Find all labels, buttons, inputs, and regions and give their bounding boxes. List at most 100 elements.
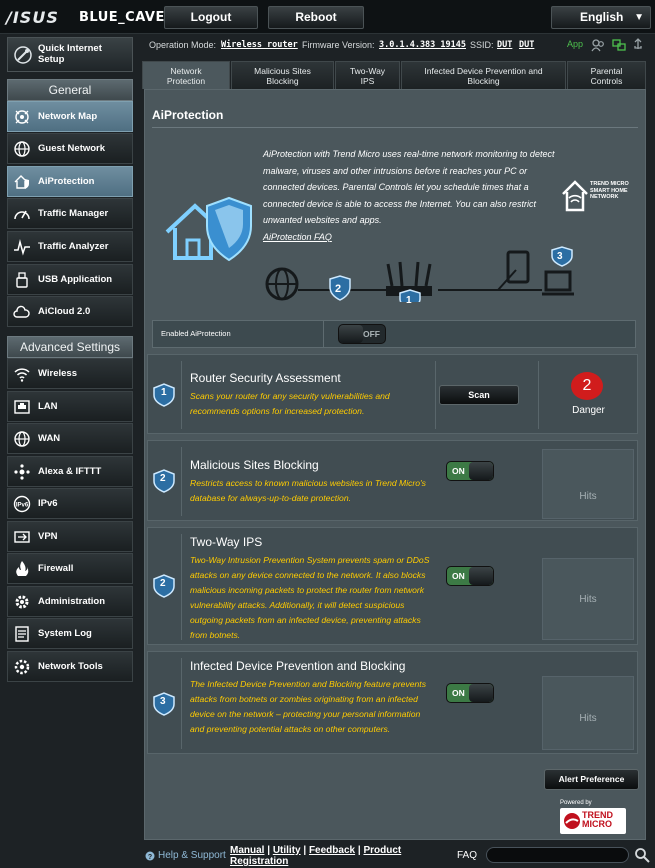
infected-device-toggle[interactable]: ON: [446, 683, 494, 703]
document-icon: [15, 626, 29, 642]
enable-aiprotection-row: Enabled AiProtection OFF: [152, 320, 636, 348]
sidebar-item-label: Guest Network: [38, 143, 106, 154]
trend-micro-wordmark: TREND MICRO: [582, 810, 613, 829]
sidebar-item-aicloud[interactable]: AiCloud 2.0: [7, 296, 133, 327]
tab-parental-controls[interactable]: Parental Controls: [567, 61, 646, 89]
quick-internet-setup-button[interactable]: Quick Internet Setup: [7, 37, 133, 72]
sidebar-item-ipv6[interactable]: IPv6 IPv6: [7, 488, 133, 519]
scan-button[interactable]: Scan: [439, 385, 519, 405]
tab-network-protection[interactable]: Network Protection: [142, 61, 230, 89]
sidebar-item-vpn[interactable]: VPN: [7, 521, 133, 552]
asus-logo: /ISUS: [6, 8, 59, 27]
footer-links: Manual | Utility | Feedback | Product Re…: [230, 845, 402, 867]
alert-preference-button[interactable]: Alert Preference: [544, 769, 639, 790]
sidebar-item-traffic-analyzer[interactable]: Traffic Analyzer: [7, 231, 133, 262]
sidebar-item-usb-application[interactable]: USB Application: [7, 264, 133, 295]
reboot-button[interactable]: Reboot: [268, 6, 364, 29]
utility-link[interactable]: Utility: [273, 845, 301, 856]
block-number: 2: [160, 473, 166, 484]
tab-label: Network Protection: [166, 65, 206, 86]
manual-link[interactable]: Manual: [230, 845, 264, 856]
malicious-sites-toggle[interactable]: ON: [446, 461, 494, 481]
sidebar-item-label: USB Application: [38, 274, 113, 285]
sidebar-item-label: Network Map: [38, 111, 98, 122]
sidebar-item-system-log[interactable]: System Log: [7, 618, 133, 649]
chevron-down-icon: ▼: [634, 12, 644, 23]
toggle-state: ON: [452, 466, 465, 476]
danger-count-badge[interactable]: 2: [571, 372, 603, 400]
firmware-link[interactable]: 3.0.1.4.383_19145: [379, 40, 466, 50]
block-title: Two-Way IPS: [190, 535, 263, 549]
tab-two-way-ips[interactable]: Two-Way IPS: [335, 61, 400, 89]
status-bar: Operation Mode: Wireless router Firmware…: [145, 36, 650, 54]
language-select[interactable]: English ▼: [551, 6, 651, 29]
op-mode-label: Operation Mode:: [149, 40, 217, 50]
search-icon[interactable]: [633, 846, 651, 864]
diagram-step-2: 2: [335, 283, 342, 295]
sidebar-item-label: System Log: [38, 628, 92, 639]
sidebar-item-network-map[interactable]: Network Map: [7, 101, 133, 132]
tab-malicious-sites-blocking[interactable]: Malicious Sites Blocking: [231, 61, 334, 89]
flame-icon: [16, 561, 29, 576]
sidebar-item-lan[interactable]: LAN: [7, 391, 133, 422]
block-title: Infected Device Prevention and Blocking: [190, 659, 406, 673]
sidebar-item-firewall[interactable]: Firewall: [7, 553, 133, 584]
tab-label: Parental Controls: [590, 65, 623, 86]
aiprotection-faq-link[interactable]: AiProtection FAQ: [263, 232, 332, 242]
toggle-knob: [469, 684, 493, 702]
sidebar-item-label: Traffic Analyzer: [38, 241, 109, 252]
sidebar-item-aiprotection[interactable]: AiProtection: [7, 166, 133, 197]
block-separator: [181, 447, 182, 516]
sidebar-item-label: WAN: [38, 433, 61, 444]
sidebar-item-administration[interactable]: Administration: [7, 586, 133, 617]
hits-counter[interactable]: Hits: [542, 676, 634, 750]
feedback-link[interactable]: Feedback: [309, 845, 355, 856]
sidebar-item-guest-network[interactable]: Guest Network: [7, 133, 133, 164]
intro-paragraph: AiProtection with Trend Micro uses real-…: [263, 149, 555, 225]
sidebar-item-wan[interactable]: WAN: [7, 423, 133, 454]
sidebar-item-label: AiProtection: [38, 176, 95, 187]
logout-button[interactable]: Logout: [164, 6, 258, 29]
lan-port-icon: [14, 400, 30, 414]
block-description: Two-Way Intrusion Prevention System prev…: [190, 555, 430, 640]
hits-counter[interactable]: Hits: [542, 558, 634, 640]
two-way-ips-toggle[interactable]: ON: [446, 566, 494, 586]
language-value: English: [580, 10, 624, 24]
hits-counter[interactable]: Hits: [542, 449, 634, 519]
help-support-label: Help & Support: [158, 850, 226, 861]
trend-micro-ball-icon: [564, 813, 580, 829]
toggle-state: OFF: [363, 329, 380, 339]
page-title: AiProtection: [152, 108, 224, 122]
enable-aiprotection-label: Enabled AiProtection: [161, 329, 231, 338]
app-link[interactable]: App: [567, 39, 583, 49]
ssid-link-2[interactable]: DUT: [519, 40, 534, 50]
aiprotection-toggle[interactable]: OFF: [338, 324, 386, 344]
block-description: Restricts access to known malicious webs…: [190, 478, 426, 503]
block-title: Malicious Sites Blocking: [190, 458, 319, 472]
malicious-sites-blocking-block: 2 Malicious Sites Blocking Restricts acc…: [147, 440, 638, 521]
usb-status-icon[interactable]: [631, 38, 645, 52]
tab-infected-device-prevention[interactable]: Infected Device Prevention and Blocking: [401, 61, 566, 89]
sidebar-item-network-tools[interactable]: Network Tools: [7, 651, 133, 682]
ssid-label: SSID:: [470, 40, 494, 50]
cloud-icon: [13, 305, 30, 318]
sidebar-item-label: Administration: [38, 596, 106, 607]
network-status-icon[interactable]: [612, 38, 626, 52]
svg-text:IPv6: IPv6: [16, 503, 29, 509]
block-number: 1: [161, 387, 167, 398]
row-separator: [323, 321, 324, 347]
tab-label: Two-Way IPS: [349, 65, 386, 86]
users-icon[interactable]: [591, 38, 605, 52]
op-mode-link[interactable]: Wireless router: [221, 40, 298, 50]
block-number: 2: [160, 578, 166, 589]
sidebar-item-traffic-manager[interactable]: Traffic Manager: [7, 198, 133, 229]
ssid-link-1[interactable]: DUT: [497, 40, 512, 50]
faq-search-input[interactable]: [486, 847, 629, 863]
tools-gear-icon: [14, 659, 30, 675]
sidebar-item-wireless[interactable]: Wireless: [7, 358, 133, 389]
toggle-knob: [339, 325, 363, 343]
globe-icon: [14, 141, 30, 157]
two-way-ips-block: 2 Two-Way IPS Two-Way Intrusion Preventi…: [147, 527, 638, 645]
trend-micro-logo: TREND MICRO: [560, 808, 626, 834]
sidebar-item-alexa-ifttt[interactable]: Alexa & IFTTT: [7, 456, 133, 487]
